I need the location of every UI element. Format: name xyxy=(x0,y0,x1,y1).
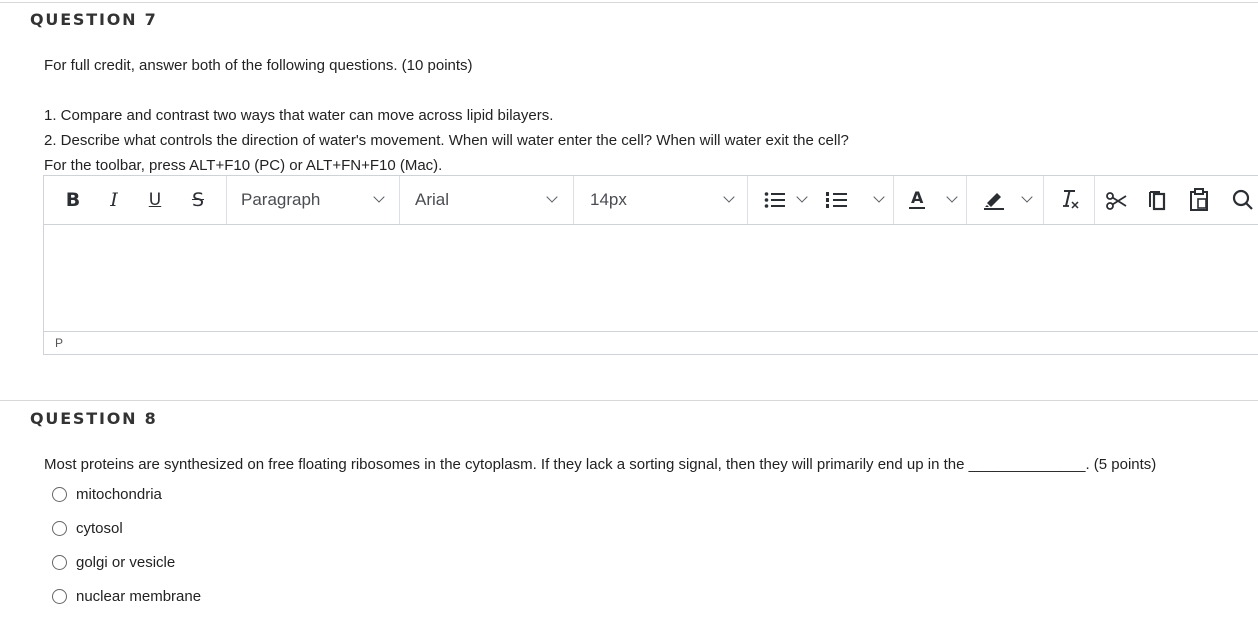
top-divider xyxy=(0,2,1258,3)
question-7-line-1: 1. Compare and contrast two ways that wa… xyxy=(44,107,554,124)
radio-button[interactable] xyxy=(52,487,67,502)
clear-formatting-button[interactable] xyxy=(1044,176,1094,224)
option-label: mitochondria xyxy=(76,486,162,503)
numbered-list-button[interactable] xyxy=(822,176,892,224)
font-family-dropdown[interactable]: Arial xyxy=(400,176,573,224)
editor-toolbar: B I U S Paragraph Arial 14px A xyxy=(44,176,1258,225)
font-size-dropdown-label: 14px xyxy=(590,190,627,209)
editor-status-bar: P xyxy=(44,331,1258,354)
bullet-list-icon xyxy=(764,192,785,208)
highlight-icon xyxy=(984,193,1004,210)
numbered-list-icon xyxy=(826,192,847,208)
cut-icon xyxy=(1106,192,1127,210)
question-8-prompt-line: Most proteins are synthesized on free fl… xyxy=(44,456,1244,473)
question-7-line-2: 2. Describe what controls the direction … xyxy=(44,132,849,149)
text-color-button[interactable]: A xyxy=(894,176,966,224)
strikethrough-icon: S xyxy=(191,189,205,211)
option-golgi-or-vesicle[interactable]: golgi or vesicle xyxy=(52,554,175,571)
bold-icon: B xyxy=(65,189,81,211)
search-icon xyxy=(1232,189,1253,210)
clear-format-icon xyxy=(1063,190,1079,209)
cut-button[interactable] xyxy=(1095,176,1137,224)
find-replace-button[interactable] xyxy=(1221,176,1258,224)
italic-button[interactable]: I xyxy=(100,176,128,224)
copy-button[interactable] xyxy=(1137,176,1177,224)
question-divider xyxy=(0,400,1258,401)
bullet-list-button[interactable] xyxy=(756,176,821,224)
radio-button[interactable] xyxy=(52,589,67,604)
chevron-down-icon xyxy=(723,191,735,203)
italic-icon: I xyxy=(110,189,118,211)
rich-text-editor: B I U S Paragraph Arial 14px A P xyxy=(43,175,1258,355)
underline-button[interactable]: U xyxy=(141,176,169,224)
question-8-points: . (5 points) xyxy=(1085,456,1157,473)
chevron-down-icon xyxy=(873,191,885,203)
answer-text-area[interactable] xyxy=(44,225,1258,333)
element-path[interactable]: P xyxy=(55,336,63,350)
option-mitochondria[interactable]: mitochondria xyxy=(52,486,162,503)
question-8-title: QUESTION 8 xyxy=(30,409,158,428)
chevron-down-icon xyxy=(946,191,958,203)
paste-icon xyxy=(1190,188,1208,211)
highlight-color-button[interactable] xyxy=(967,176,1042,224)
radio-button[interactable] xyxy=(52,555,67,570)
chevron-down-icon xyxy=(373,191,385,203)
option-label: cytosol xyxy=(76,520,123,537)
toolbar-hint: For the toolbar, press ALT+F10 (PC) or A… xyxy=(44,157,443,174)
paragraph-dropdown[interactable]: Paragraph xyxy=(227,176,399,224)
strikethrough-button[interactable]: S xyxy=(184,176,212,224)
option-label: nuclear membrane xyxy=(76,588,202,605)
radio-button[interactable] xyxy=(52,521,67,536)
chevron-down-icon xyxy=(1021,191,1033,203)
text-color-icon: A xyxy=(909,188,926,209)
font-size-dropdown[interactable]: 14px xyxy=(574,176,747,224)
chevron-down-icon xyxy=(796,191,808,203)
bold-button[interactable]: B xyxy=(59,176,87,224)
chevron-down-icon xyxy=(546,191,558,203)
toolbar-separator xyxy=(747,176,748,224)
paste-button[interactable] xyxy=(1179,176,1221,224)
question-7-intro: For full credit, answer both of the foll… xyxy=(44,57,473,74)
underline-icon: U xyxy=(148,190,162,210)
font-family-dropdown-label: Arial xyxy=(415,190,450,209)
question-7-title: QUESTION 7 xyxy=(30,10,158,29)
option-nuclear-membrane[interactable]: nuclear membrane xyxy=(52,588,201,605)
answer-blank: ______________ xyxy=(968,456,1086,473)
copy-icon xyxy=(1149,191,1166,211)
option-label: golgi or vesicle xyxy=(76,554,176,571)
question-8-prompt: Most proteins are synthesized on free fl… xyxy=(44,456,965,473)
paragraph-dropdown-label: Paragraph xyxy=(241,190,321,209)
option-cytosol[interactable]: cytosol xyxy=(52,520,123,537)
